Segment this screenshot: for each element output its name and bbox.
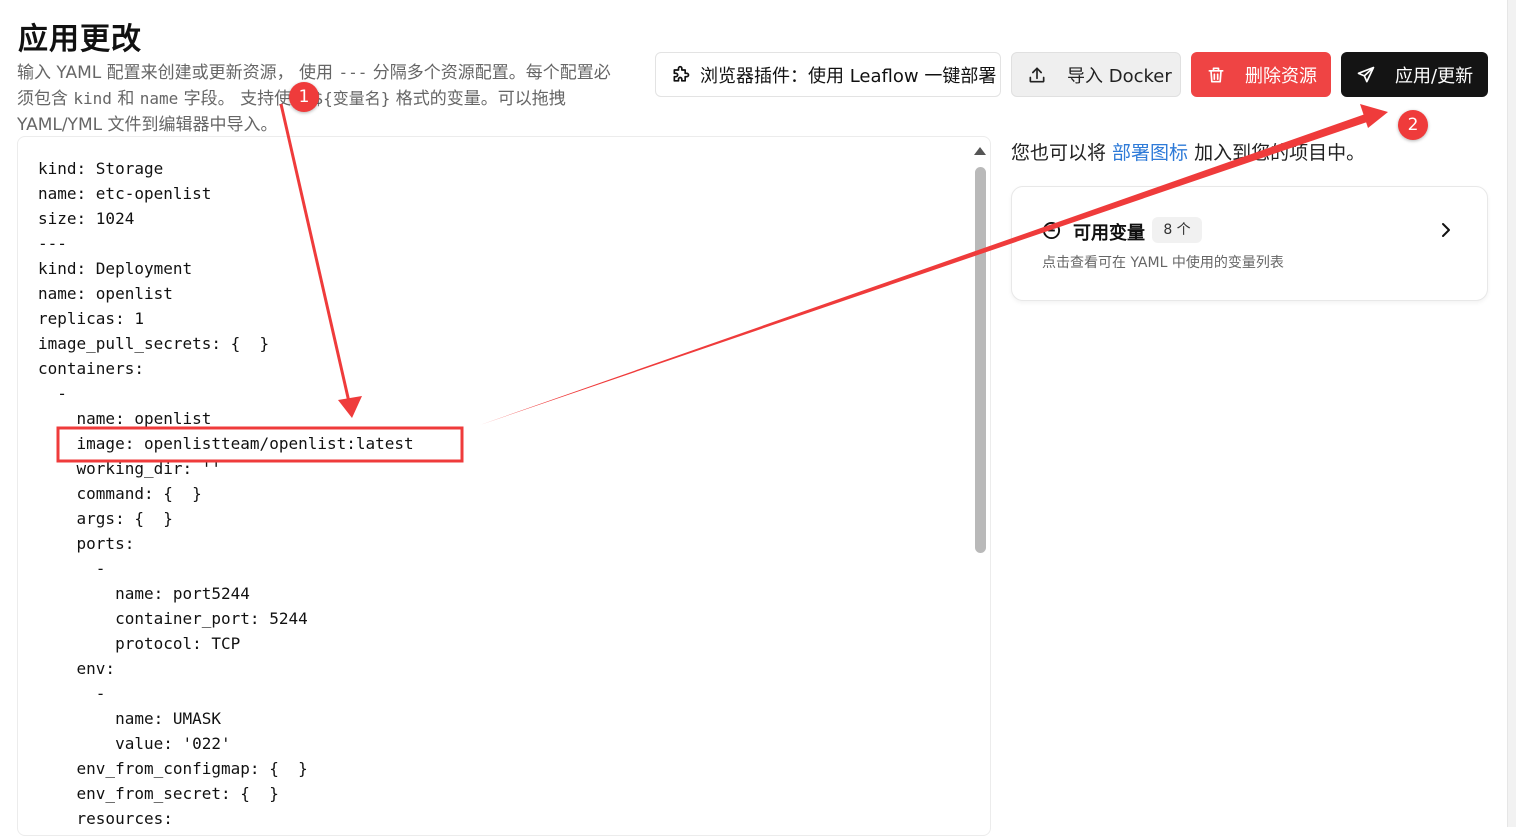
- annotation-arrow-1: [279, 103, 351, 403]
- annotation-marker-1: 1: [289, 82, 319, 112]
- annotation-arrowhead-2: [1360, 104, 1388, 128]
- annotation-arrowhead-1: [338, 396, 362, 418]
- annotation-overlay: [56, 103, 1388, 463]
- annotation-arrow-2: [480, 112, 1373, 425]
- annotation-marker-2: 2: [1398, 110, 1428, 140]
- highlight-box: [56, 426, 464, 463]
